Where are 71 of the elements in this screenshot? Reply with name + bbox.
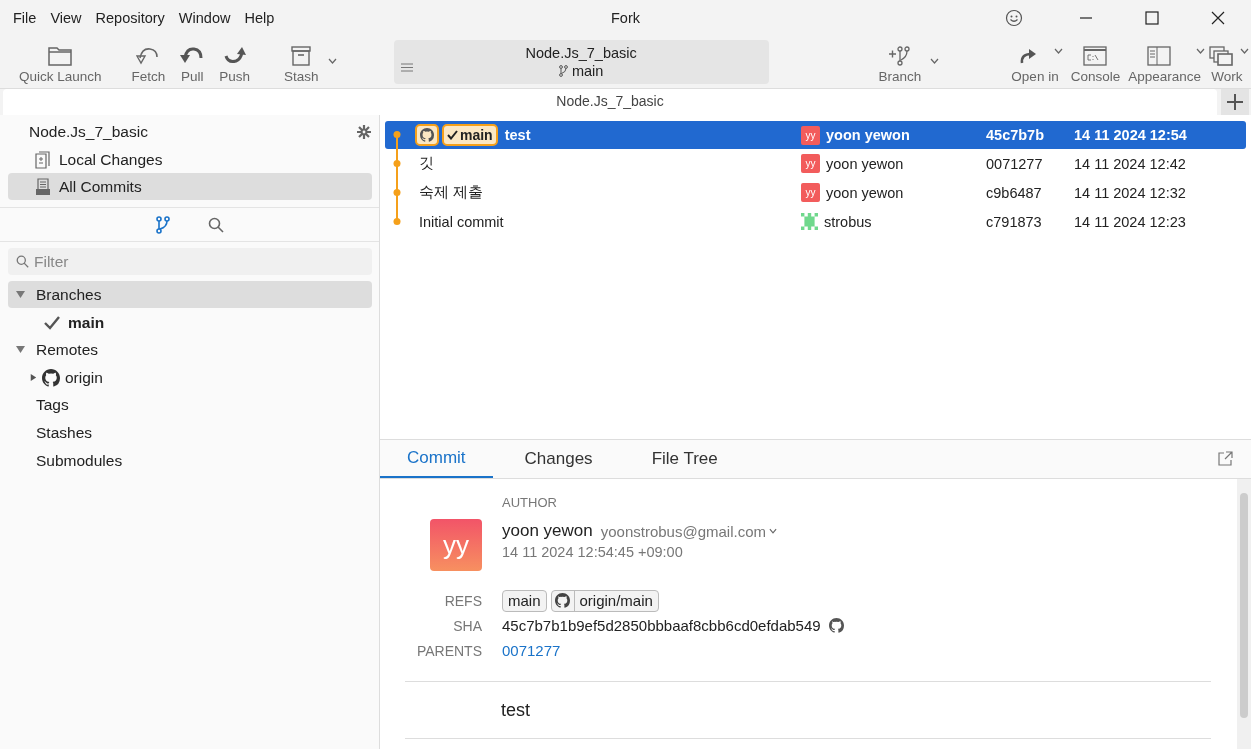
menu-item[interactable]: File: [13, 10, 37, 26]
commit-hash: c9b6487: [986, 184, 1043, 201]
author-email[interactable]: yoonstrobus@gmail.com: [600, 522, 767, 540]
appearance-button[interactable]: Appearance: [1126, 38, 1207, 84]
commit-row[interactable]: Initial commit strobus c791873 14 11 2024 12:23: [385, 207, 1246, 236]
fetch-button[interactable]: Fetch: [125, 38, 172, 84]
menu-item[interactable]: Repository: [95, 10, 165, 26]
menu-item[interactable]: View: [50, 10, 82, 26]
details-tab[interactable]: Changes: [497, 440, 620, 478]
commit-hash: 45c7b7b: [986, 127, 1046, 143]
commit-date: 14 11 2024 12:54: [1074, 127, 1187, 143]
filter-field[interactable]: Filter: [8, 248, 372, 275]
commit-date: 14 11 2024 12:32: [1074, 184, 1186, 201]
commit-date: 14 11 2024 12:54:45 +09:00: [502, 544, 684, 560]
commit-date: 14 11 2024 12:23: [1074, 213, 1186, 230]
remote-ref-badge: origin/main: [550, 589, 659, 612]
sidebar-item[interactable]: Local Changes: [8, 146, 372, 173]
commit-row[interactable]: 숙제 제출 yy yoon yewon c9b6487 14 11 2024 12:32: [385, 178, 1246, 207]
console-button[interactable]: Console: [1064, 38, 1127, 84]
repository-name: Node.Js_7_basic: [525, 44, 637, 62]
parent-commit-link[interactable]: 0071277: [502, 642, 561, 659]
branch-ref-badge: main: [442, 124, 498, 146]
commit-message: 숙제 제출: [419, 183, 484, 202]
tree-item[interactable]: Stashes: [8, 419, 372, 446]
author-avatar: yy: [801, 154, 820, 173]
commit-message: test: [501, 699, 530, 721]
details-tab[interactable]: Commit: [380, 440, 493, 478]
refs-label: REFS: [443, 592, 482, 609]
branch-ref-badge: main: [502, 589, 547, 612]
repository-title: Node.Js_7_basic: [29, 123, 148, 141]
tree-item[interactable]: main: [0, 309, 379, 336]
push-button[interactable]: Push: [213, 38, 257, 84]
commit-row[interactable]: main test yy yoon yewon 45c7b7b 14 11 2024 12:54: [385, 121, 1246, 149]
author-name: yoon yewon: [502, 521, 593, 541]
commit-message: test: [504, 127, 531, 143]
commit-hash: c791873: [986, 213, 1043, 230]
author-name: strobus: [824, 213, 872, 230]
commit-message: Initial commit: [419, 213, 504, 230]
parents-label: PARENTS: [415, 642, 482, 659]
sidebar-item[interactable]: All Commits: [8, 173, 372, 200]
tree-item[interactable]: Branches: [8, 281, 372, 308]
tree-item[interactable]: origin: [0, 364, 379, 391]
pull-button[interactable]: Pull: [174, 38, 211, 84]
menu-item[interactable]: Window: [178, 10, 231, 26]
author-name: yoon yewon: [826, 155, 904, 172]
tree-item[interactable]: Submodules: [8, 447, 372, 474]
author-avatar: yy: [430, 519, 482, 571]
openin-button[interactable]: Open in: [1009, 38, 1065, 84]
repository-tab[interactable]: Node.Js_7_basic: [3, 89, 1217, 115]
sha-label: SHA: [452, 617, 482, 634]
tree-item[interactable]: Tags: [8, 391, 372, 418]
work-button[interactable]: Work: [1207, 38, 1251, 84]
author-avatar: yy: [801, 125, 820, 145]
commit-row[interactable]: 깃 yy yoon yewon 0071277 14 11 2024 12:42: [385, 149, 1246, 178]
tree-item[interactable]: Remotes: [8, 336, 372, 363]
author-name: yoon yewon: [826, 127, 910, 143]
author-name: yoon yewon: [826, 184, 904, 201]
author-avatar: yy: [801, 183, 820, 202]
menu-item[interactable]: Help: [244, 10, 275, 26]
commit-hash: 0071277: [986, 155, 1044, 172]
commit-date: 14 11 2024 12:42: [1074, 155, 1186, 172]
stash-button[interactable]: Stash: [278, 38, 339, 84]
details-tab[interactable]: File Tree: [624, 440, 745, 478]
repository-switcher[interactable]: Node.Js_7_basic main: [393, 40, 769, 84]
window-title: Fork: [610, 10, 641, 26]
folder-button[interactable]: Quick Launch: [13, 38, 108, 84]
commit-sha: 45c7b7b1b9ef5d2850bbbaaf8cbb6cd0efdab549: [502, 617, 821, 634]
commit-message: 깃: [419, 154, 434, 173]
author-label: AUTHOR: [502, 495, 558, 510]
branch-button[interactable]: Branch: [872, 38, 942, 84]
branch-name: main: [571, 62, 604, 80]
